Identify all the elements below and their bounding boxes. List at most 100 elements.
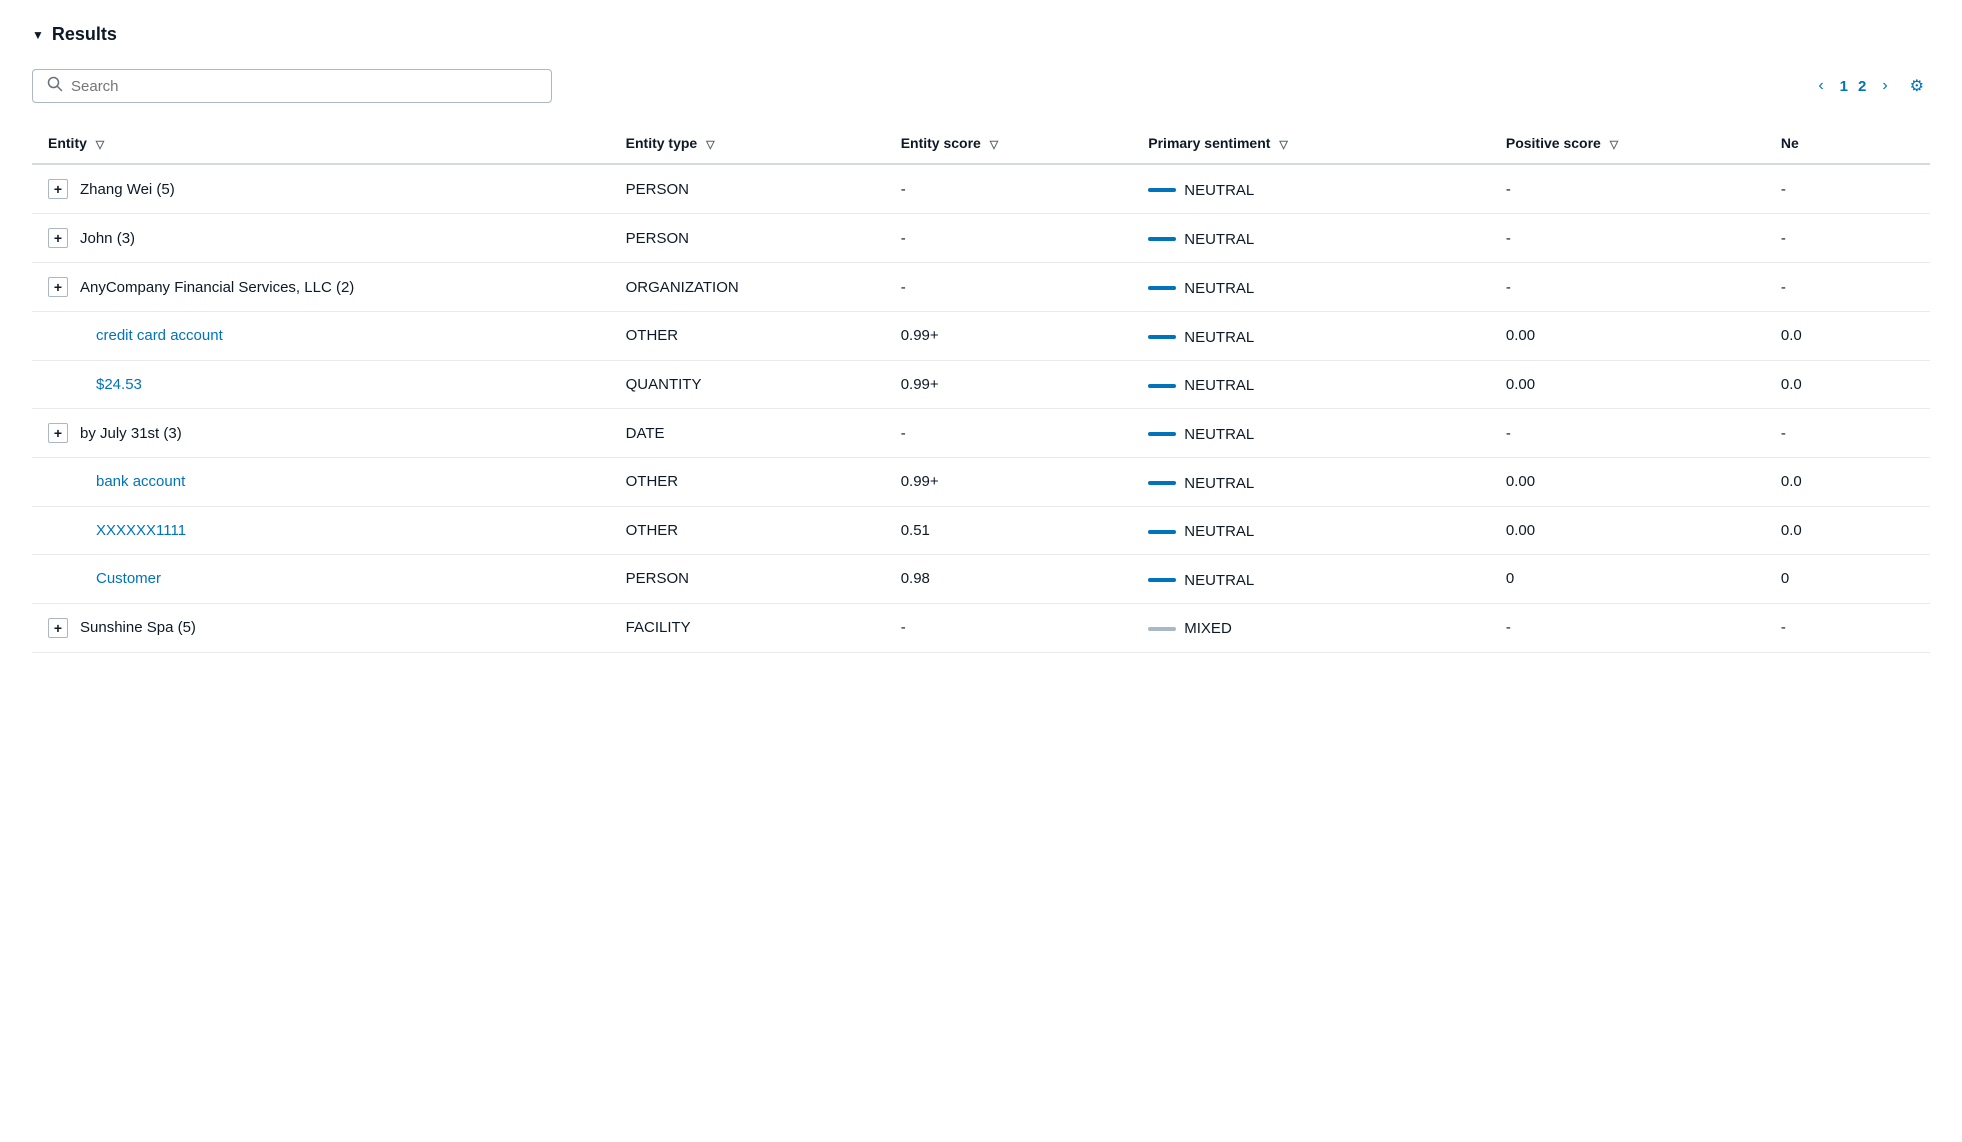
entity-cell: $24.53 [32,360,610,409]
positive-score-cell: 0 [1490,555,1765,604]
entity-type-cell: PERSON [610,214,885,263]
primary-sentiment-cell: NEUTRAL [1132,360,1490,409]
neutral-sentiment-bar [1148,335,1176,339]
entity-link[interactable]: bank account [96,473,185,490]
entity-name: Sunshine Spa (5) [80,619,196,636]
expand-button[interactable]: + [48,423,68,443]
expand-button[interactable]: + [48,228,68,248]
neutral-sentiment-bar [1148,578,1176,582]
page-2-button[interactable]: 2 [1858,78,1866,95]
entity-cell: + AnyCompany Financial Services, LLC (2) [32,263,610,312]
entity-link[interactable]: Customer [96,570,161,587]
table-row: +by July 31st (3)DATE-NEUTRAL-- [32,409,1930,458]
primary-sentiment-cell: NEUTRAL [1132,312,1490,361]
positive-score-sort-icon: ▽ [1610,139,1618,151]
entity-score-cell: 0.98 [885,555,1133,604]
neutral-sentiment-bar [1148,530,1176,534]
positive-score-cell: 0.00 [1490,458,1765,507]
entity-score-column-header[interactable]: Entity score ▽ [885,123,1133,164]
entity-type-column-header[interactable]: Entity type ▽ [610,123,885,164]
search-input[interactable] [71,78,537,95]
entity-score-cell: 0.99+ [885,458,1133,507]
negative-score-column-header: Ne [1765,123,1930,164]
entity-column-header[interactable]: Entity ▽ [32,123,610,164]
entity-type-cell: PERSON [610,555,885,604]
neutral-sentiment-bar [1148,188,1176,192]
positive-score-cell: 0.00 [1490,312,1765,361]
positive-score-column-header[interactable]: Positive score ▽ [1490,123,1765,164]
sentiment-label: NEUTRAL [1184,426,1254,443]
entity-score-cell: - [885,603,1133,652]
table-row: +Zhang Wei (5)PERSON-NEUTRAL-- [32,164,1930,214]
entity-score-sort-icon: ▽ [990,139,998,151]
sentiment-label: NEUTRAL [1184,475,1254,492]
entity-type-cell: QUANTITY [610,360,885,409]
table-row: +Sunshine Spa (5)FACILITY-MIXED-- [32,603,1930,652]
page-1-button[interactable]: 1 [1840,78,1848,95]
positive-score-cell: 0.00 [1490,506,1765,555]
prev-page-button[interactable]: ‹ [1812,73,1829,99]
expand-button[interactable]: + [48,618,68,638]
settings-button[interactable]: ⚙ [1904,72,1930,100]
entity-name: John (3) [80,230,135,247]
sentiment-label: NEUTRAL [1184,377,1254,394]
positive-score-cell: - [1490,263,1765,312]
negative-score-cell: 0.0 [1765,506,1930,555]
entity-link[interactable]: credit card account [96,327,223,344]
results-title: Results [52,24,117,45]
search-icon [47,76,63,96]
entity-type-sort-icon: ▽ [706,139,714,151]
primary-sentiment-cell: NEUTRAL [1132,458,1490,507]
entity-cell: Customer [32,555,610,604]
primary-sentiment-cell: NEUTRAL [1132,555,1490,604]
collapse-icon[interactable]: ▼ [32,28,44,42]
table-row: CustomerPERSON0.98NEUTRAL00 [32,555,1930,604]
entity-type-cell: DATE [610,409,885,458]
positive-score-cell: - [1490,164,1765,214]
primary-sentiment-cell: NEUTRAL [1132,214,1490,263]
positive-score-cell: - [1490,409,1765,458]
table-row: bank accountOTHER0.99+NEUTRAL0.000.0 [32,458,1930,507]
negative-score-cell: - [1765,409,1930,458]
neutral-sentiment-bar [1148,432,1176,436]
negative-score-cell: - [1765,164,1930,214]
primary-sentiment-cell: MIXED [1132,603,1490,652]
pagination: ‹ 1 2 › ⚙ [1812,72,1930,100]
negative-score-cell: - [1765,603,1930,652]
primary-sentiment-cell: NEUTRAL [1132,409,1490,458]
positive-score-cell: 0.00 [1490,360,1765,409]
entity-score-cell: - [885,409,1133,458]
results-table: Entity ▽ Entity type ▽ Entity score ▽ Pr… [32,123,1930,653]
entity-type-cell: FACILITY [610,603,885,652]
positive-score-cell: - [1490,214,1765,263]
negative-score-cell: 0.0 [1765,360,1930,409]
entity-cell: credit card account [32,312,610,361]
entity-name: AnyCompany Financial Services, LLC (2) [80,279,354,296]
results-header: ▼ Results [32,24,1930,45]
negative-score-cell: - [1765,263,1930,312]
neutral-sentiment-bar [1148,481,1176,485]
expand-button[interactable]: + [48,179,68,199]
entity-score-cell: 0.99+ [885,360,1133,409]
entity-score-cell: 0.99+ [885,312,1133,361]
entity-link[interactable]: XXXXXX1111 [96,522,186,539]
entity-score-cell: - [885,164,1133,214]
primary-sentiment-cell: NEUTRAL [1132,263,1490,312]
entity-score-cell: - [885,263,1133,312]
primary-sentiment-cell: NEUTRAL [1132,164,1490,214]
positive-score-cell: - [1490,603,1765,652]
entity-link[interactable]: $24.53 [96,376,142,393]
negative-score-cell: 0 [1765,555,1930,604]
table-header-row: Entity ▽ Entity type ▽ Entity score ▽ Pr… [32,123,1930,164]
entity-type-cell: PERSON [610,164,885,214]
negative-score-cell: - [1765,214,1930,263]
primary-sentiment-column-header[interactable]: Primary sentiment ▽ [1132,123,1490,164]
entity-type-cell: ORGANIZATION [610,263,885,312]
table-row: XXXXXX1111OTHER0.51NEUTRAL0.000.0 [32,506,1930,555]
neutral-sentiment-bar [1148,384,1176,388]
expand-button[interactable]: + [48,277,68,297]
next-page-button[interactable]: › [1876,73,1893,99]
entity-cell: XXXXXX1111 [32,506,610,555]
neutral-sentiment-bar [1148,237,1176,241]
toolbar: ‹ 1 2 › ⚙ [32,69,1930,103]
